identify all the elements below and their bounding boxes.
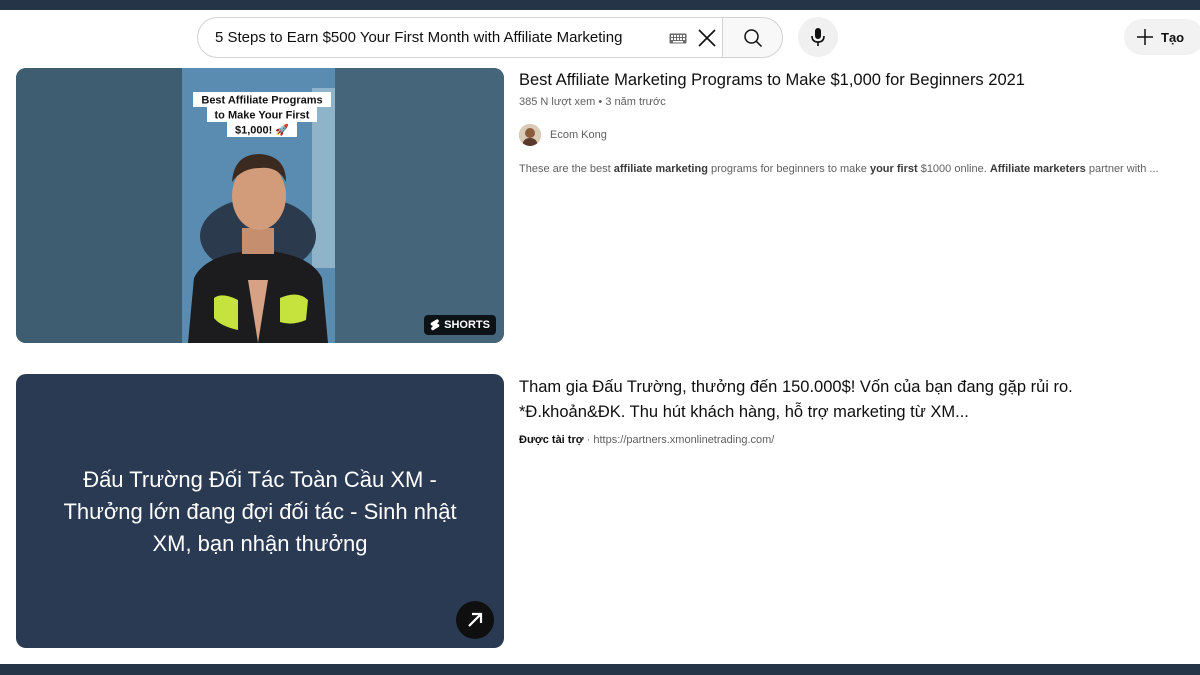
channel-name[interactable]: Ecom Kong (550, 129, 607, 141)
video-description: These are the best affiliate marketing p… (519, 163, 1159, 175)
description-text: partner with ... (1085, 163, 1159, 175)
description-highlight: Affiliate marketers (989, 163, 1086, 175)
channel-link[interactable]: Ecom Kong (519, 124, 607, 146)
search-box[interactable] (197, 17, 723, 58)
description-text: $1000 online. (917, 163, 990, 175)
thumbnail-caption: Best Affiliate Programs to Make Your Fir… (193, 92, 331, 137)
arrow-up-right-icon (468, 612, 483, 627)
microphone-icon (811, 28, 825, 46)
open-link-button[interactable] (456, 601, 494, 639)
search-button[interactable] (722, 17, 783, 58)
upload-age: 3 năm trước (605, 96, 666, 108)
svg-text:$1,000! 🚀: $1,000! 🚀 (235, 124, 289, 137)
svg-text:Best Affiliate Programs: Best Affiliate Programs (201, 95, 322, 107)
ad-title[interactable]: Tham gia Đấu Trường, thưởng đến 150.000$… (519, 375, 1159, 425)
clear-search-icon[interactable] (696, 27, 718, 49)
shorts-badge-label: SHORTS (444, 319, 490, 331)
ad-thumbnail-text: Đấu Trường Đối Tác Toàn Cầu XM - Thưởng … (63, 467, 457, 556)
plus-icon (1137, 29, 1153, 45)
video-title[interactable]: Best Affiliate Marketing Programs to Mak… (519, 71, 1025, 90)
create-button[interactable]: Tạo (1124, 19, 1200, 55)
description-highlight: your first (869, 163, 918, 175)
top-frame-bar (0, 0, 1200, 10)
voice-search-button[interactable] (798, 17, 838, 57)
svg-text:to Make Your First: to Make Your First (215, 110, 310, 122)
shorts-badge: SHORTS (424, 315, 496, 335)
description-highlight: affiliate marketing (613, 163, 708, 175)
avatar-image (519, 124, 541, 146)
ad-thumbnail[interactable]: Đấu Trường Đối Tác Toàn Cầu XM - Thưởng … (16, 374, 504, 648)
video-meta: 385 N lượt xem • 3 năm trước (519, 96, 666, 108)
bottom-frame-bar (0, 664, 1200, 675)
search-icon (743, 28, 762, 47)
ad-url[interactable]: https://partners.xmonlinetrading.com/ (593, 434, 774, 446)
description-text: programs for beginners to make (707, 163, 870, 175)
video-thumbnail[interactable]: Best Affiliate Programs to Make Your Fir… (16, 68, 504, 343)
channel-avatar[interactable] (519, 124, 541, 146)
search-input[interactable] (215, 29, 660, 46)
view-count: 385 N lượt xem (519, 96, 596, 108)
shorts-icon (430, 319, 440, 331)
create-label: Tạo (1161, 29, 1185, 45)
description-text: These are the best (519, 163, 614, 175)
keyboard-icon[interactable] (669, 33, 687, 44)
sponsored-label: Được tài trợ (519, 434, 584, 446)
ad-meta: Được tài trợ · https://partners.xmonline… (519, 434, 774, 446)
